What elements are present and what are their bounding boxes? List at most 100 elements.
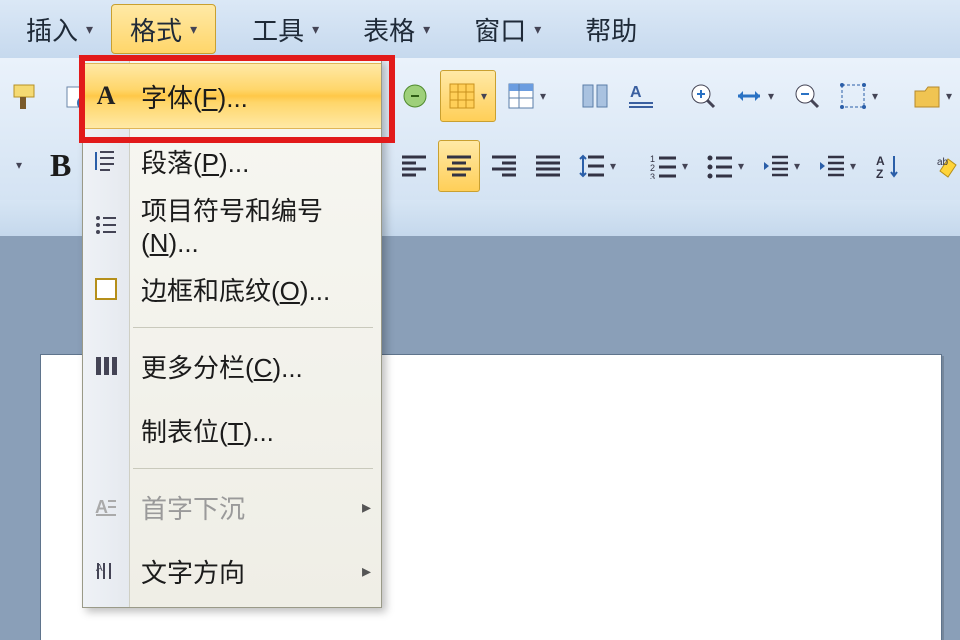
open-folder-button[interactable]: ▾ [906,71,960,121]
zoom-out-button[interactable] [786,71,828,121]
menubar: 插入 ▾ 格式 ▾ 工具 ▾ 表格 ▾ 窗口 ▾ 帮助 [0,0,960,58]
chevron-down-icon: ▾ [870,89,880,103]
chevron-down-icon: ▾ [534,21,541,38]
grid-icon [447,81,477,111]
increase-indent-button[interactable]: ▾ [812,141,864,191]
chevron-right-icon: ▸ [362,561,371,582]
chevron-down-icon: ▾ [312,21,319,38]
textdir-icon: A [89,554,123,588]
increase-indent-icon [818,153,846,179]
line-spacing-icon [578,153,606,179]
menuitem-label: 首字下沉 [141,489,245,526]
decrease-indent-icon [762,153,790,179]
menu-label: 帮助 [585,11,637,48]
chevron-down-icon: ▾ [479,89,489,103]
menuitem-label: 制表位(T)... [141,412,274,449]
zoom-in-button[interactable] [682,71,724,121]
menuitem-label: 更多分栏(C)... [141,348,303,385]
svg-text:ab: ab [937,157,949,168]
table-insert-icon [506,81,536,111]
chevron-down-icon: ▾ [608,159,618,173]
align-justify-button[interactable] [528,141,568,191]
chevron-down-icon: ▾ [792,159,802,173]
decrease-indent-button[interactable]: ▾ [756,141,808,191]
align-right-button[interactable] [484,141,524,191]
menu-label: 格式 [130,11,182,48]
svg-text:A: A [96,563,103,574]
chevron-down-icon: ▾ [848,159,858,173]
bold-icon: B [50,147,71,184]
menu-help[interactable]: 帮助 [567,5,655,53]
align-center-button[interactable] [438,140,480,192]
sort-az-icon: AZ [874,153,902,179]
chevron-right-icon: ▸ [362,497,371,518]
list-icon [89,208,123,242]
line-spacing-button[interactable]: ▾ [572,141,624,191]
svg-text:Z: Z [876,167,883,179]
menu-separator [133,468,373,469]
menuitem-label: 项目符号和编号(N)... [141,191,353,259]
format-menu-dropdown: A 字体(F)... 段落(P)... 项目符号和 [82,58,382,608]
menu-table[interactable]: 表格 ▾ [345,5,448,53]
toolbar-left-fragment-row2: ▾ B [0,132,86,198]
chevron-down-icon: ▾ [680,159,690,173]
numbered-list-button[interactable]: 123 ▾ [644,141,696,191]
toolbar-row1: ▾ ▾ A ▾ ▾ ▾ [392,60,960,132]
dropcap-icon: A [89,490,123,524]
chevron-down-icon: ▾ [766,89,776,103]
menu-label: 表格 [363,11,415,48]
zoom-out-icon [792,81,822,111]
app-window: 插入 ▾ 格式 ▾ 工具 ▾ 表格 ▾ 窗口 ▾ 帮助 [0,0,960,640]
zoom-in-icon [688,81,718,111]
menu-format[interactable]: 格式 ▾ [111,4,216,54]
menuitem-label: 边框和底纹(O)... [141,271,330,308]
format-painter-button[interactable] [4,72,46,122]
menu-window[interactable]: 窗口 ▾ [456,5,559,53]
menuitem-borders-shading[interactable]: 边框和底纹(O)... [83,257,381,321]
columns-icon [89,349,123,383]
hyperlink-button[interactable] [394,71,436,121]
svg-text:3: 3 [650,172,655,179]
align-left-icon [400,153,428,179]
chevron-down-icon: ▾ [86,21,93,38]
show-grid-button[interactable]: ▾ [440,70,496,122]
menu-label: 工具 [252,11,304,48]
menuitem-text-direction[interactable]: A 文字方向 ▸ [83,539,381,603]
small-dropdown-fragment[interactable]: ▾ [6,140,30,190]
number-list-icon: 123 [650,153,678,179]
select-object-button[interactable]: ▾ [832,71,886,121]
select-object-icon [838,81,868,111]
menuitem-font[interactable]: A 字体(F)... [83,63,381,129]
folder-icon [912,81,942,111]
menuitem-more-columns[interactable]: 更多分栏(C)... [83,334,381,398]
page-width-button[interactable]: ▾ [728,71,782,121]
chevron-down-icon: ▾ [423,21,430,38]
toolbar-row2: ▾ 123 ▾ ▾ ▾ ▾ AZ ab ▾ [392,132,960,200]
menu-label: 窗口 [474,11,526,48]
columns-layout-button[interactable] [574,71,616,121]
columns-layout-icon [580,81,610,111]
insert-table-button[interactable]: ▾ [500,71,554,121]
bullet-list-icon [706,153,734,179]
bold-button[interactable]: B [44,140,77,190]
chevron-down-icon: ▾ [736,159,746,173]
highlight-button[interactable]: ab ▾ [928,141,960,191]
sort-az-button[interactable]: AZ [868,141,908,191]
text-wrap-icon: A [626,81,656,111]
chevron-down-icon: ▾ [944,89,954,103]
menu-separator [133,327,373,328]
link-icon [400,81,430,111]
menuitem-tabs[interactable]: 制表位(T)... [83,398,381,462]
font-a-icon: A [89,79,123,113]
align-center-icon [445,153,473,179]
menuitem-paragraph[interactable]: 段落(P)... [83,129,381,193]
menu-insert[interactable]: 插入 ▾ [8,5,111,53]
menu-tools[interactable]: 工具 ▾ [234,5,337,53]
menuitem-bullets-numbering[interactable]: 项目符号和编号(N)... [83,193,381,257]
format-painter-icon [10,81,40,113]
bulleted-list-button[interactable]: ▾ [700,141,752,191]
text-wrap-button[interactable]: A [620,71,662,121]
svg-text:A: A [630,84,642,101]
align-left-button[interactable] [394,141,434,191]
menuitem-label: 字体(F)... [141,78,248,115]
